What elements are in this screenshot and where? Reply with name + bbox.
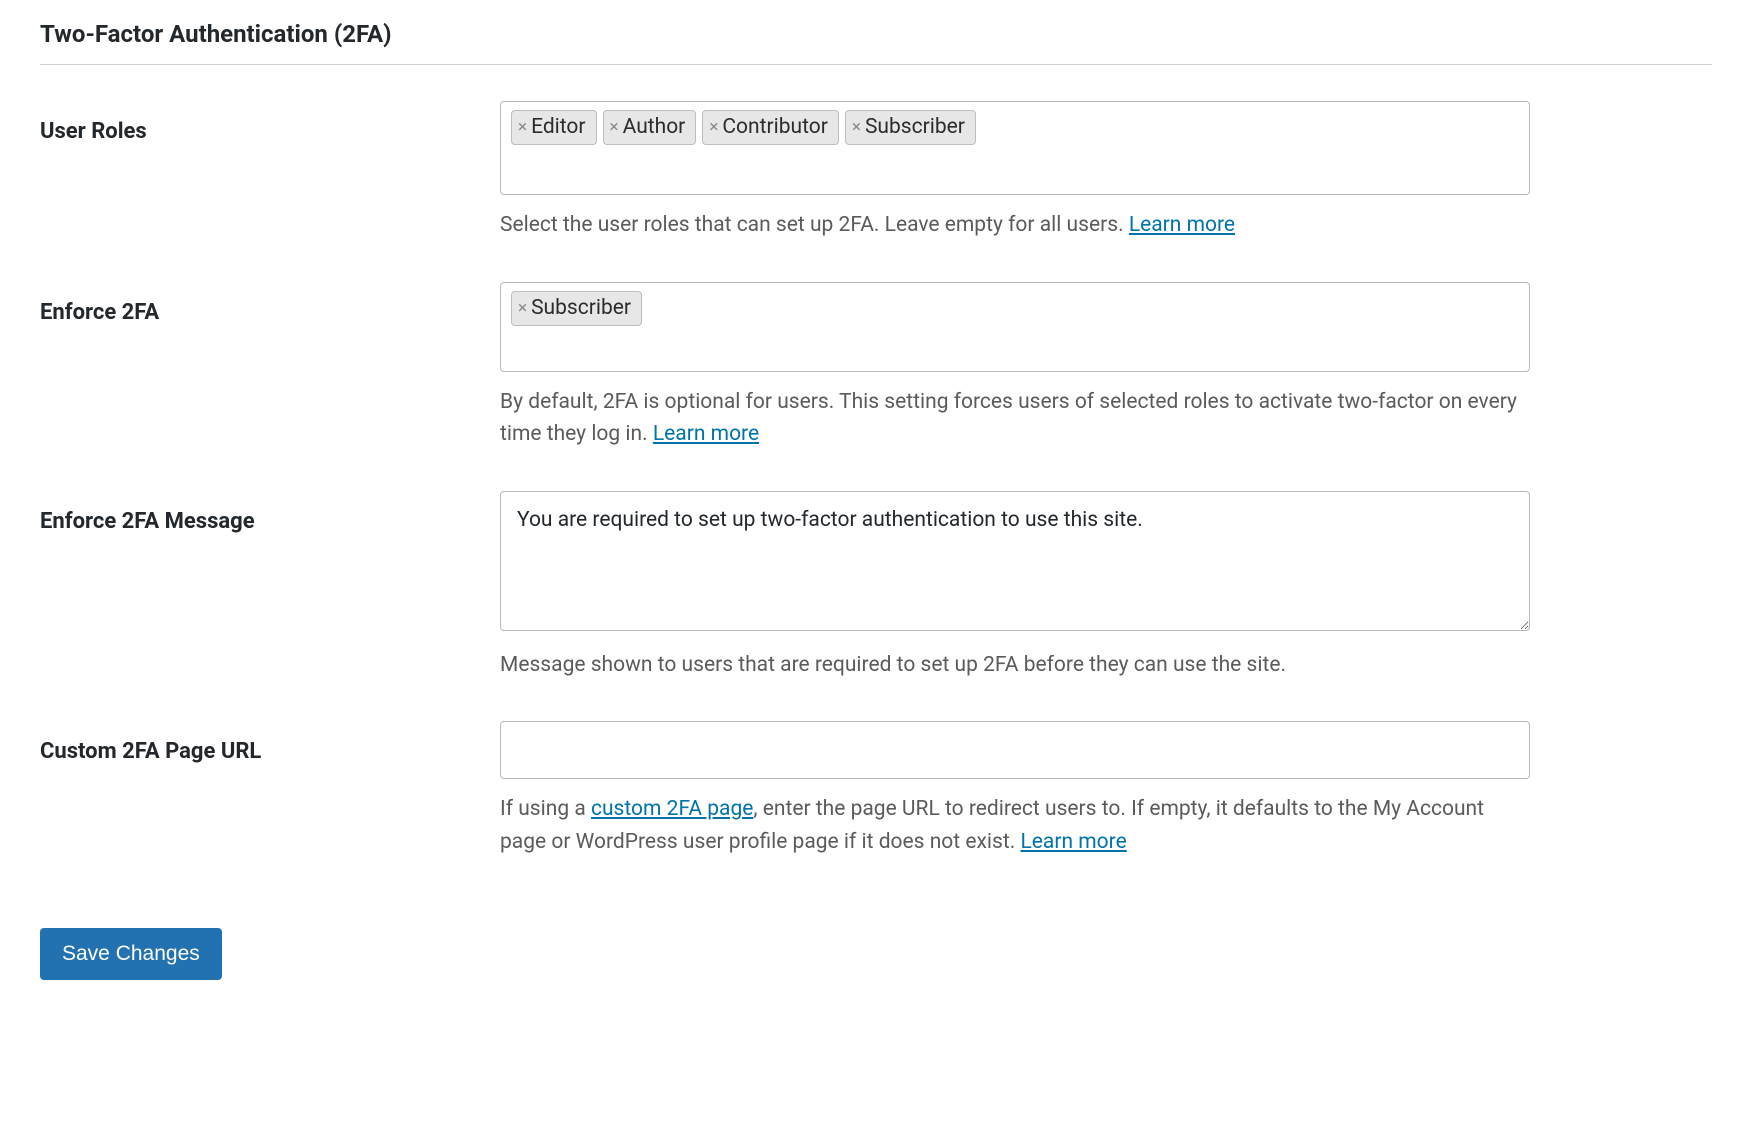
user-roles-input[interactable]: × Editor × Author × Contributor × Subscr… — [500, 101, 1530, 195]
enforce-2fa-description: By default, 2FA is optional for users. T… — [500, 386, 1530, 451]
tag-label: Subscriber — [531, 295, 631, 322]
tag-editor: × Editor — [511, 110, 597, 145]
save-button[interactable]: Save Changes — [40, 928, 222, 980]
label-custom-url: Custom 2FA Page URL — [40, 721, 500, 764]
label-enforce-2fa: Enforce 2FA — [40, 282, 500, 325]
tag-label: Author — [623, 114, 686, 141]
enforce-message-textarea[interactable] — [500, 491, 1530, 631]
close-icon[interactable]: × — [852, 119, 861, 136]
tag-contributor: × Contributor — [702, 110, 839, 145]
tag-subscriber: × Subscriber — [845, 110, 976, 145]
custom-url-input[interactable] — [500, 721, 1530, 779]
tag-author: × Author — [603, 110, 697, 145]
section-title: Two-Factor Authentication (2FA) — [40, 20, 1712, 65]
close-icon[interactable]: × — [610, 119, 619, 136]
custom-url-description: If using a custom 2FA page, enter the pa… — [500, 793, 1530, 858]
close-icon[interactable]: × — [518, 300, 527, 317]
row-user-roles: User Roles × Editor × Author × Contribut… — [40, 101, 1712, 242]
learn-more-link[interactable]: Learn more — [1020, 830, 1126, 854]
enforce-message-description: Message shown to users that are required… — [500, 649, 1530, 682]
close-icon[interactable]: × — [709, 119, 718, 136]
tag-subscriber: × Subscriber — [511, 291, 642, 326]
tag-label: Editor — [531, 114, 585, 141]
tag-label: Subscriber — [865, 114, 965, 141]
close-icon[interactable]: × — [518, 119, 527, 136]
tag-label: Contributor — [722, 114, 827, 141]
row-enforce-message: Enforce 2FA Message Message shown to use… — [40, 491, 1712, 682]
row-enforce-2fa: Enforce 2FA × Subscriber By default, 2FA… — [40, 282, 1712, 451]
enforce-2fa-input[interactable]: × Subscriber — [500, 282, 1530, 372]
label-user-roles: User Roles — [40, 101, 500, 144]
learn-more-link[interactable]: Learn more — [1129, 213, 1235, 237]
user-roles-description: Select the user roles that can set up 2F… — [500, 209, 1530, 242]
label-enforce-message: Enforce 2FA Message — [40, 491, 500, 534]
custom-2fa-page-link[interactable]: custom 2FA page — [591, 797, 753, 821]
row-custom-url: Custom 2FA Page URL If using a custom 2F… — [40, 721, 1712, 858]
learn-more-link[interactable]: Learn more — [653, 422, 759, 446]
